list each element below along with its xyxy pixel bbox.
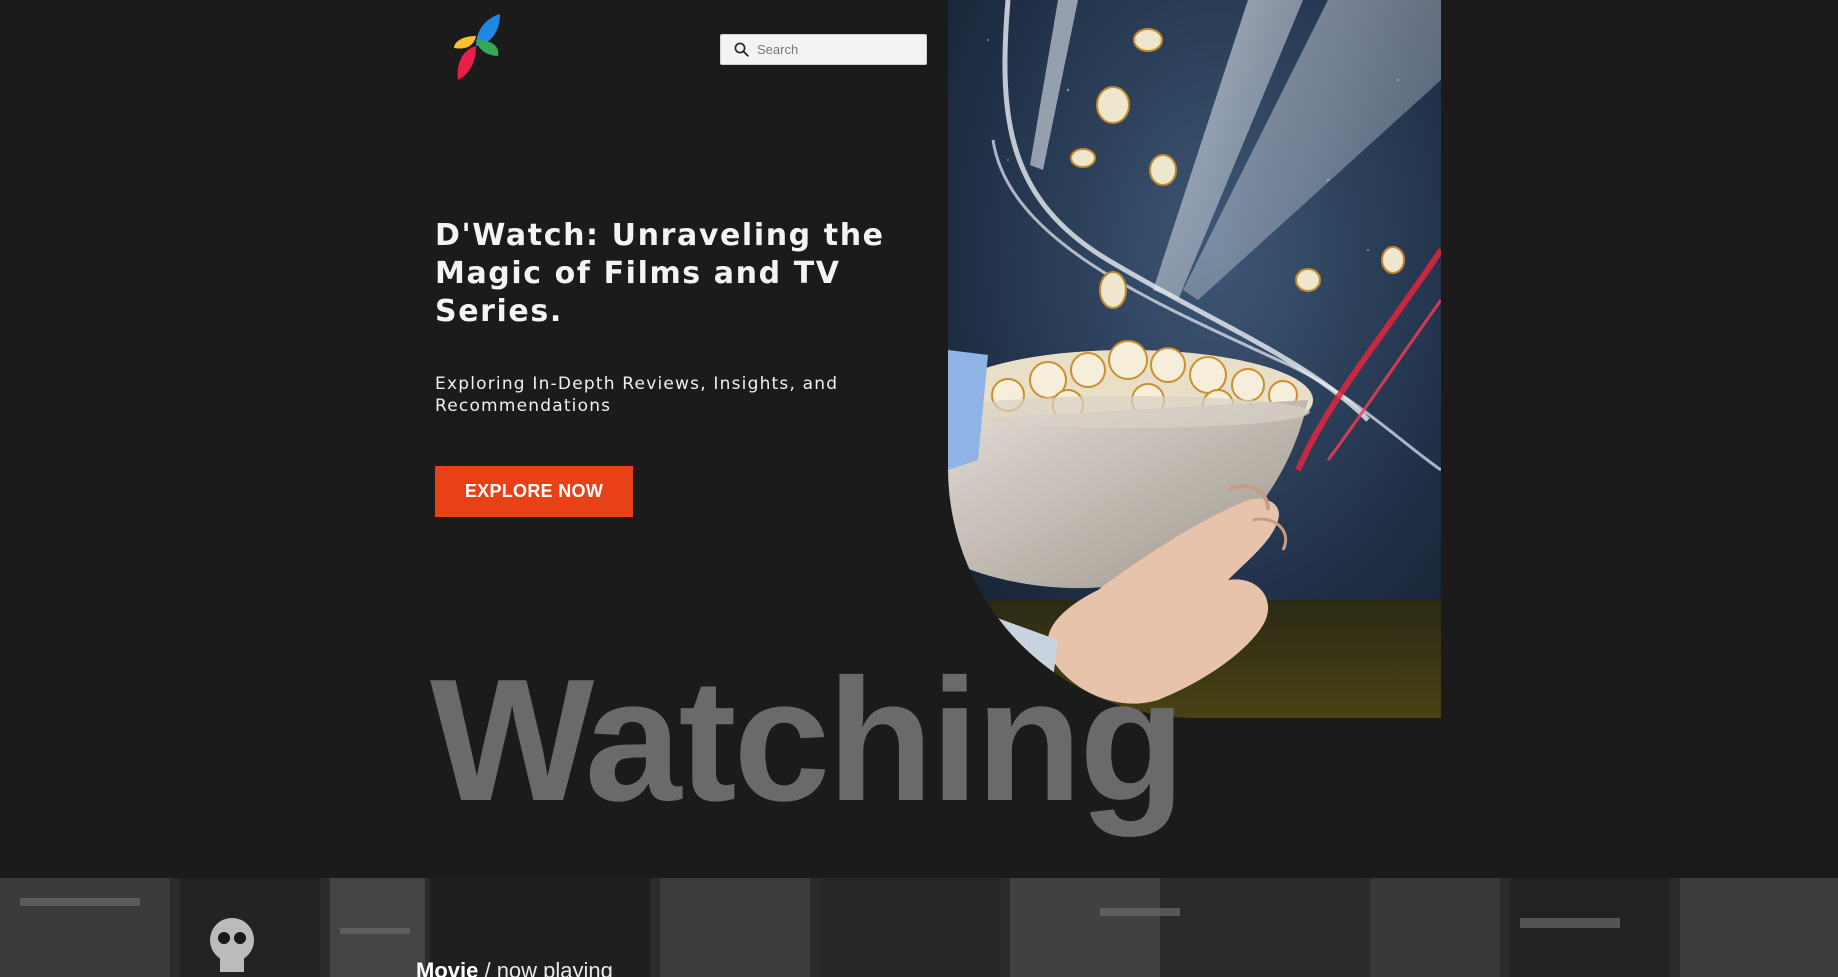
landing-page: D'Watch: Unraveling the Magic of Films a… [0, 0, 1838, 977]
explore-now-button[interactable]: EXPLORE NOW [435, 466, 633, 517]
search-input[interactable] [757, 42, 907, 57]
hero-background-word: Watching [430, 642, 1185, 837]
search-icon [733, 42, 749, 58]
section-breadcrumb: Movie / now playing [416, 958, 613, 977]
hero-title: D'Watch: Unraveling the Magic of Films a… [435, 218, 885, 329]
logo-icon [454, 14, 500, 80]
search-box[interactable] [720, 34, 927, 65]
breadcrumb-movie-link[interactable]: Movie [416, 958, 478, 977]
hero-image [948, 0, 1441, 718]
breadcrumb-now-playing: / now playing [478, 958, 613, 977]
brand-logo[interactable] [452, 12, 502, 82]
poster-collage-background [0, 878, 1838, 977]
hero-subtitle: Exploring In-Depth Reviews, Insights, an… [435, 374, 839, 416]
